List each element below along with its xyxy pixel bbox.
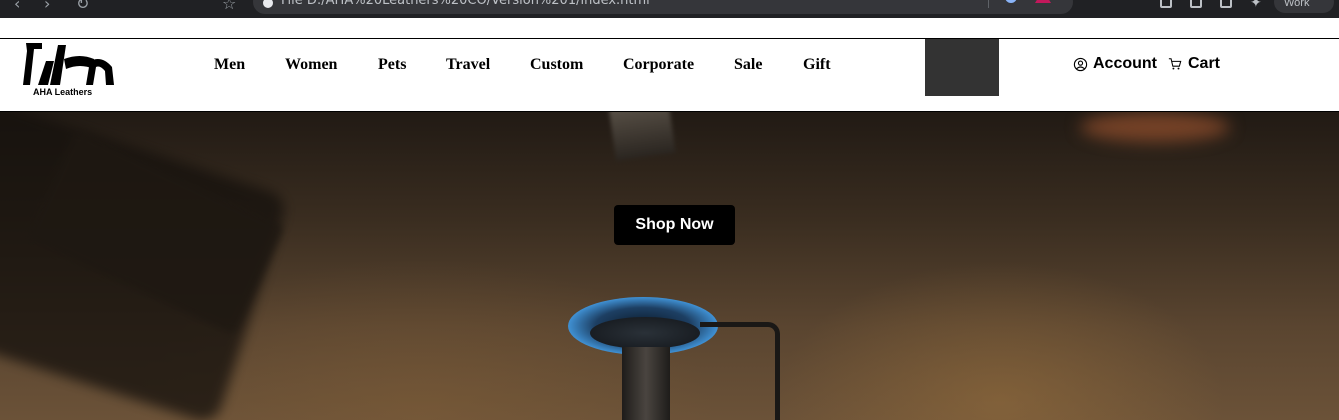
reload-icon[interactable]: ↻: [76, 0, 89, 13]
search-block[interactable]: [925, 39, 999, 96]
logo-glyph-icon: [23, 43, 114, 85]
cart-link[interactable]: Cart: [1168, 55, 1220, 73]
hero-glow-shape: [1080, 112, 1230, 142]
hero-burner-shape: [590, 317, 700, 349]
site-info-icon[interactable]: [263, 0, 273, 8]
nav-item-custom[interactable]: Custom: [530, 56, 583, 74]
account-label: Account: [1093, 55, 1157, 72]
cart-icon: [1168, 58, 1182, 70]
extensions-icon[interactable]: ✦: [1250, 0, 1262, 10]
reading-list-icon[interactable]: [1220, 0, 1232, 8]
shield-extension-icon[interactable]: [1005, 0, 1017, 3]
address-bar-url[interactable]: File D:/AHA%20Leathers%20CO/Version%201/…: [281, 0, 650, 8]
user-icon: [1073, 57, 1088, 71]
shop-now-button[interactable]: Shop Now: [614, 205, 735, 245]
triangle-extension-icon[interactable]: [1035, 0, 1051, 3]
address-bar[interactable]: File D:/AHA%20Leathers%20CO/Version%201/…: [253, 0, 1073, 14]
site-logo[interactable]: AHA Leathers: [20, 39, 120, 99]
nav-item-pets[interactable]: Pets: [378, 56, 406, 74]
forward-icon[interactable]: ›: [44, 0, 50, 13]
nav-item-women[interactable]: Women: [285, 56, 337, 74]
nav-item-sale[interactable]: Sale: [734, 56, 762, 74]
account-link[interactable]: Account: [1073, 55, 1157, 73]
hero-torch-shape: [608, 112, 676, 161]
nav-item-travel[interactable]: Travel: [446, 56, 490, 74]
address-bar-divider: [988, 0, 989, 8]
download-icon[interactable]: [1160, 0, 1172, 8]
logo-text: AHA Leathers: [33, 87, 93, 97]
back-icon[interactable]: ‹: [14, 0, 20, 13]
profile-button[interactable]: Work: [1274, 0, 1334, 13]
hero-burner-handle: [700, 322, 780, 420]
tab-search-icon[interactable]: [1190, 0, 1202, 8]
nav-item-men[interactable]: Men: [214, 56, 245, 74]
bookmark-icon[interactable]: ☆: [222, 0, 236, 13]
nav-item-corporate[interactable]: Corporate: [623, 56, 694, 74]
site-header: AHA Leathers Men Women Pets Travel Custo…: [0, 39, 1339, 112]
hero-burner-stem: [622, 347, 670, 420]
cart-label: Cart: [1188, 55, 1221, 72]
nav-item-gift[interactable]: Gift: [803, 56, 831, 74]
hero-banner: Shop Now: [0, 112, 1339, 420]
browser-toolbar: ‹ › ↻ ☆ File D:/AHA%20Leathers%20CO/Vers…: [0, 0, 1339, 18]
